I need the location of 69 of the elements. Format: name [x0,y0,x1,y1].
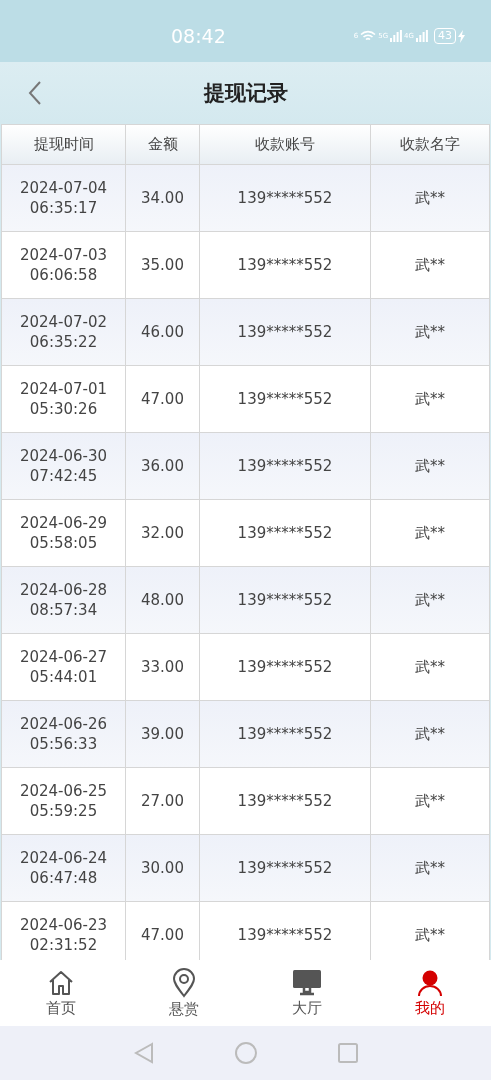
column-header: 提现时间 [2,125,125,164]
table-cell: 2024-06-25 05:59:25 [2,768,125,834]
table-cell: 47.00 [126,902,199,960]
table-cell: 139*****552 [200,701,370,767]
table-cell: 武** [371,366,489,432]
table-cell: 武** [371,299,489,365]
tab[interactable]: 悬赏 [122,960,246,1026]
table-cell: 33.00 [126,634,199,700]
table-cell: 武** [371,701,489,767]
table-cell: 2024-06-24 06:47:48 [2,835,125,901]
column-header: 收款名字 [371,125,489,164]
location-pin-icon [172,967,197,998]
tab[interactable]: 大厅 [245,960,369,1026]
table-cell: 2024-07-04 06:35:17 [2,165,125,231]
table-cell: 48.00 [126,567,199,633]
table-cell: 2024-06-28 08:57:34 [2,567,125,633]
table-cell: 2024-06-27 05:44:01 [2,634,125,700]
table-cell: 139*****552 [200,165,370,231]
table-cell: 47.00 [126,366,199,432]
table-cell: 武** [371,500,489,566]
table-cell: 2024-07-02 06:35:22 [2,299,125,365]
table-cell: 139*****552 [200,299,370,365]
table-cell: 30.00 [126,835,199,901]
person-icon [415,968,444,997]
table-cell: 139*****552 [200,232,370,298]
column-header: 金额 [126,125,199,164]
table-cell: 139*****552 [200,835,370,901]
table-cell: 武** [371,567,489,633]
page-title: 提现记录 [203,80,288,107]
table-cell: 2024-06-30 07:42:45 [2,433,125,499]
clock: 08:42 [171,25,226,47]
table-cell: 2024-07-03 06:06:58 [2,232,125,298]
table-cell: 46.00 [126,299,199,365]
tab[interactable]: 首页 [0,960,123,1026]
recents-square-icon[interactable] [337,1043,358,1063]
table-cell: 武** [371,433,489,499]
back-icon[interactable] [28,80,42,106]
table-cell: 36.00 [126,433,199,499]
table-cell: 武** [371,634,489,700]
signal-icon [416,30,428,42]
signal-icon [390,30,403,42]
table-cell: 139*****552 [200,634,370,700]
table-cell: 武** [371,902,489,960]
table-cell: 139*****552 [200,567,370,633]
table-cell: 武** [371,768,489,834]
table-cell: 武** [371,835,489,901]
table-cell: 139*****552 [200,902,370,960]
column-header: 收款账号 [200,125,370,164]
table-cell: 34.00 [126,165,199,231]
table-cell: 武** [371,232,489,298]
table-cell: 2024-06-29 05:58:05 [2,500,125,566]
table-cell: 27.00 [126,768,199,834]
wifi-icon [360,30,377,42]
table-cell: 2024-06-26 05:56:33 [2,701,125,767]
table-cell: 32.00 [126,500,199,566]
home-circle-icon[interactable] [233,1041,258,1065]
table-cell: 139*****552 [200,768,370,834]
table-cell: 139*****552 [200,366,370,432]
table-cell: 2024-06-23 02:31:52 [2,902,125,960]
table-cell: 2024-07-01 05:30:26 [2,366,125,432]
table-cell: 39.00 [126,701,199,767]
table-cell: 139*****552 [200,500,370,566]
table-cell: 武** [371,165,489,231]
table-cell: 35.00 [126,232,199,298]
tab[interactable]: 我的 [368,960,491,1026]
table-cell: 139*****552 [200,433,370,499]
monitor-icon [291,968,322,997]
battery-level: 43 [434,28,456,44]
back-triangle-icon[interactable] [133,1042,154,1064]
